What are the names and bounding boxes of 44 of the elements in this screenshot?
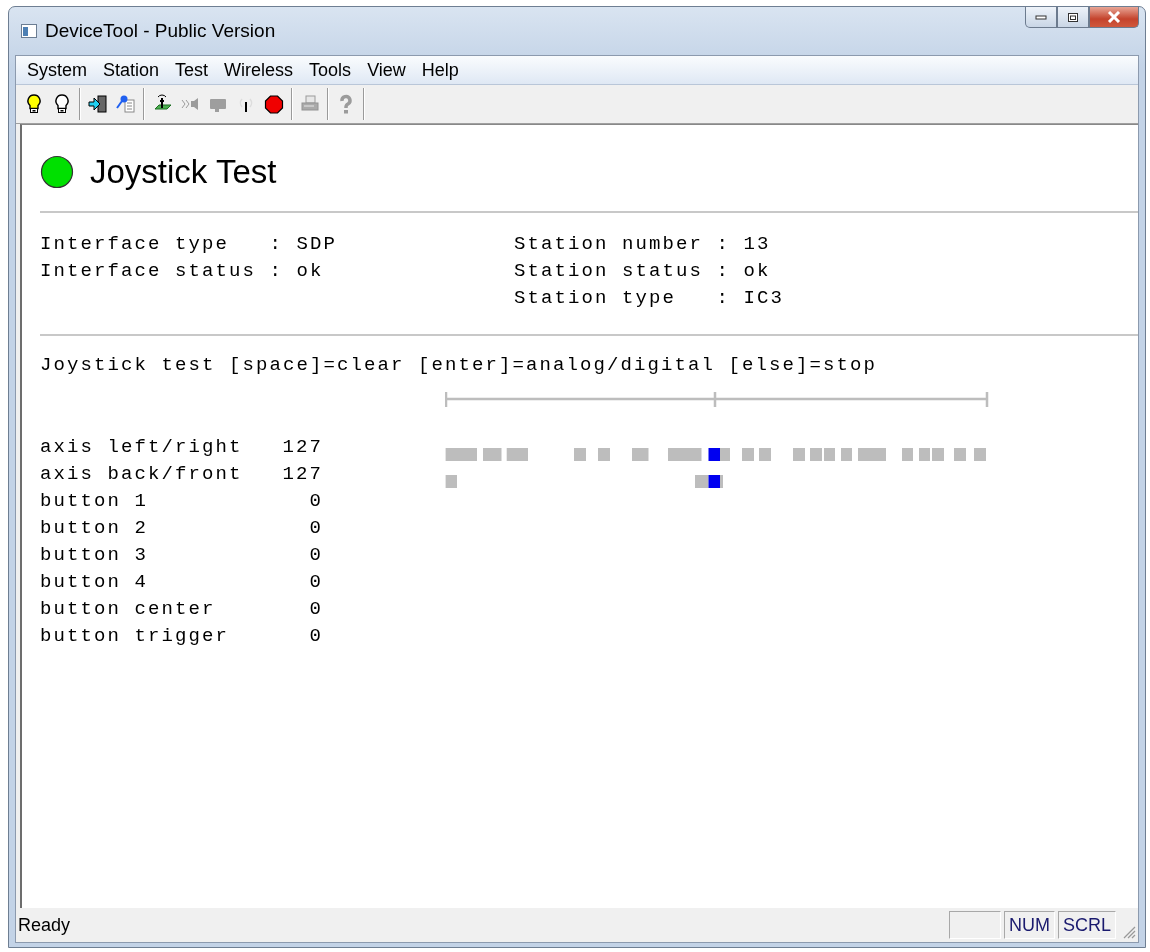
reading-label: button trigger	[40, 624, 231, 649]
close-button[interactable]	[1089, 7, 1139, 28]
test-title: Joystick Test	[90, 153, 277, 191]
menu-item[interactable]: Test	[168, 59, 216, 81]
reading-value: 0	[308, 543, 323, 568]
maximize-icon	[1067, 11, 1079, 23]
reading-value: 127	[281, 435, 323, 460]
status-pane: SCRL	[1058, 911, 1116, 939]
reading-label: button 1	[40, 489, 149, 514]
info-line: Interface type : SDP	[40, 232, 339, 257]
status-pane	[949, 911, 1001, 939]
reading-label: axis back/front	[40, 462, 244, 487]
reading-label: button center	[40, 597, 217, 622]
reading-label: button 2	[40, 516, 149, 541]
reading-value: 0	[308, 597, 323, 622]
minimize-icon	[1035, 14, 1047, 20]
menu-item[interactable]: Station	[96, 59, 167, 81]
info-line: Station status : ok	[514, 259, 772, 284]
status-dot-icon	[40, 155, 74, 189]
instructions-text: Joystick test [space]=clear [enter]=analog/digital [else]=stop	[40, 353, 878, 378]
minimize-button[interactable]	[1025, 7, 1057, 28]
menu-item[interactable]: View	[360, 59, 413, 81]
reading-label: button 4	[40, 570, 149, 595]
reading-value: 127	[281, 462, 323, 487]
app-icon	[21, 24, 37, 38]
status-pane: NUM	[1004, 911, 1055, 939]
menu-item[interactable]: System	[20, 59, 94, 81]
menu-item[interactable]: Tools	[302, 59, 359, 81]
info-line: Interface status : ok	[40, 259, 325, 284]
window-title: DeviceTool - Public Version	[45, 20, 276, 42]
reading-value: 0	[308, 624, 323, 649]
status-message: Ready	[18, 914, 71, 936]
close-icon	[1107, 11, 1121, 23]
menu-item[interactable]: Wireless	[217, 59, 301, 81]
reading-value: 0	[308, 570, 323, 595]
info-line: Station number : 13	[514, 232, 772, 257]
resize-grip-icon	[1122, 925, 1136, 939]
reading-label: button 3	[40, 543, 149, 568]
menu-item[interactable]: Help	[414, 59, 466, 81]
reading-value: 0	[308, 516, 323, 541]
reading-value: 0	[308, 489, 323, 514]
reading-label: axis left/right	[40, 435, 244, 460]
maximize-button[interactable]	[1057, 7, 1089, 28]
info-line: Station type : IC3	[514, 286, 786, 311]
